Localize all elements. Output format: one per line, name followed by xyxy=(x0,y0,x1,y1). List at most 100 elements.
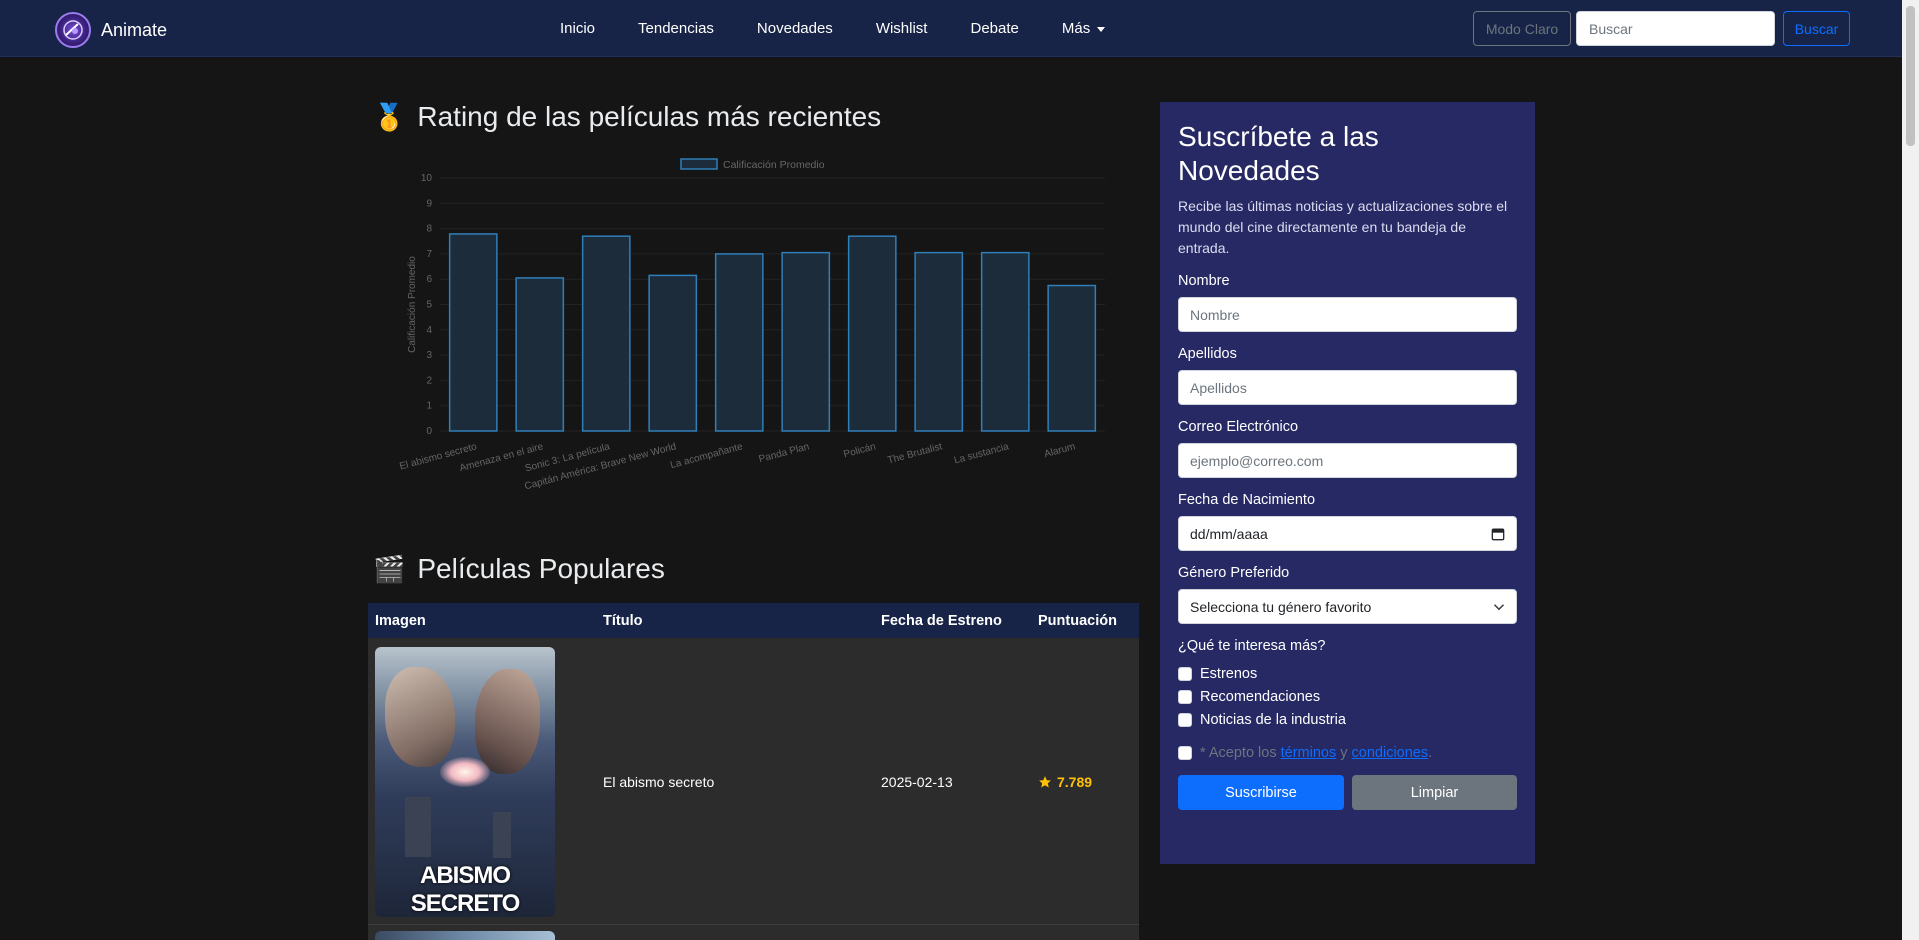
checkbox[interactable] xyxy=(1178,666,1192,681)
search-input[interactable] xyxy=(1576,11,1775,46)
genre-select[interactable]: Selecciona tu género favorito xyxy=(1178,589,1517,624)
top-navbar: Animate Inicio Tendencias Novedades Wish… xyxy=(0,0,1902,57)
x-tick-label: Panda Plan xyxy=(758,441,811,465)
table-row: ABISMO SECRETO El abismo secreto 2025-02… xyxy=(368,639,1139,925)
checkbox[interactable] xyxy=(1178,689,1192,704)
movie-poster[interactable] xyxy=(375,931,555,940)
terms-checkbox[interactable] xyxy=(1178,746,1192,760)
subscribe-button[interactable]: Suscribirse xyxy=(1178,775,1344,810)
scrollbar-thumb[interactable] xyxy=(1906,6,1915,146)
chart-bar xyxy=(1047,284,1097,432)
conditions-link[interactable]: condiciones xyxy=(1352,745,1429,761)
column-header-titulo: Título xyxy=(603,612,643,629)
rating-chart-svg: 0 1 2 3 4 5 6 7 8 9 10 Calificación Promedio Calific… xyxy=(398,158,1105,492)
email-field[interactable]: ejemplo@correo.com xyxy=(1178,443,1517,478)
logo-icon xyxy=(55,12,91,48)
movie-title: El abismo secreto xyxy=(603,773,715,790)
legend-swatch xyxy=(680,158,718,170)
form-buttons: Suscribirse Limpiar xyxy=(1178,775,1517,810)
y-tick-label: 8 xyxy=(426,224,432,235)
poster-cell: ABISMO SECRETO xyxy=(368,646,596,917)
clapper-icon: 🎬 xyxy=(373,554,406,584)
brand[interactable]: Animate xyxy=(55,12,167,48)
birthdate-placeholder: dd/mm/aaaa xyxy=(1190,525,1268,542)
nav-link-inicio[interactable]: Inicio xyxy=(560,20,595,37)
x-tick-label: La acompañante xyxy=(669,441,744,471)
table-header: Imagen Título Fecha de Estreno Puntuació… xyxy=(368,603,1139,639)
subscribe-description: Recibe las últimas noticias y actualizac… xyxy=(1178,198,1508,256)
y-tick-label: 0 xyxy=(426,426,432,437)
popular-movies-table: Imagen Título Fecha de Estreno Puntuació… xyxy=(368,603,1139,940)
interest-option-noticias[interactable]: Noticias de la industria xyxy=(1178,708,1517,731)
column-header-fecha: Fecha de Estreno xyxy=(881,612,1002,629)
movie-score: 7.789 xyxy=(1031,774,1139,790)
y-tick-label: 7 xyxy=(426,249,432,260)
nav-links: Inicio Tendencias Novedades Wishlist Deb… xyxy=(560,0,1148,57)
y-tick-label: 10 xyxy=(421,173,433,184)
birthdate-label: Fecha de Nacimiento xyxy=(1178,492,1316,508)
subscribe-title: Suscríbete a las Novedades xyxy=(1178,121,1379,186)
column-header-puntuacion: Puntuación xyxy=(1038,612,1117,629)
apellidos-placeholder: Apellidos xyxy=(1190,379,1247,396)
genre-selected-value: Selecciona tu género favorito xyxy=(1190,598,1372,615)
y-tick-label: 5 xyxy=(426,300,432,311)
nav-link-debate[interactable]: Debate xyxy=(970,20,1018,37)
calendar-icon[interactable] xyxy=(1491,527,1505,541)
x-tick-label: The Brutalist xyxy=(886,441,943,466)
genre-label: Género Preferido xyxy=(1178,565,1290,581)
clear-button[interactable]: Limpiar xyxy=(1352,775,1517,810)
score-value: 7.789 xyxy=(1057,773,1093,790)
chart-bar xyxy=(648,274,698,432)
y-tick-label: 3 xyxy=(426,350,432,361)
y-axis-label: Calificación Promedio xyxy=(407,256,418,353)
page-scrollbar[interactable] xyxy=(1902,0,1919,940)
chart-bar xyxy=(581,235,631,432)
x-tick-label: Alarum xyxy=(1043,441,1076,460)
x-tick-label: La sustancia xyxy=(953,441,1011,466)
table-row xyxy=(368,925,1139,940)
y-tick-label: 6 xyxy=(426,274,432,285)
chart-bar xyxy=(515,277,565,432)
terms-suffix: . xyxy=(1428,745,1433,761)
y-tick-label: 9 xyxy=(426,198,432,209)
rating-title-text: Rating de las películas más recientes xyxy=(417,101,882,132)
apellidos-field[interactable]: Apellidos xyxy=(1178,370,1517,405)
interest-option-label: Noticias de la industria xyxy=(1200,711,1346,728)
terms-row: * Acepto los términos y condiciones. xyxy=(1178,745,1517,761)
interest-option-label: Recomendaciones xyxy=(1200,688,1321,705)
nav-dropdown-mas[interactable]: Más xyxy=(1061,20,1106,37)
interest-option-estrenos[interactable]: Estrenos xyxy=(1178,662,1517,685)
y-tick-label: 1 xyxy=(426,401,432,412)
terms-and: y xyxy=(1340,745,1348,761)
legend-label: Calificación Promedio xyxy=(723,159,825,171)
nav-link-novedades[interactable]: Novedades xyxy=(757,20,833,37)
column-header-imagen: Imagen xyxy=(375,612,426,629)
rating-chart: 0 1 2 3 4 5 6 7 8 9 10 Calificación Promedio Calific… xyxy=(368,150,1108,520)
interest-label: ¿Qué te interesa más? xyxy=(1178,638,1326,654)
nombre-field[interactable]: Nombre xyxy=(1178,297,1517,332)
star-icon xyxy=(1039,775,1051,788)
apellidos-label: Apellidos xyxy=(1178,346,1237,362)
nombre-placeholder: Nombre xyxy=(1190,306,1240,323)
movie-poster[interactable]: ABISMO SECRETO xyxy=(375,646,555,917)
y-tick-label: 2 xyxy=(426,375,432,386)
chart-bar xyxy=(448,233,498,432)
nav-right: Modo Claro Buscar xyxy=(1473,11,1850,46)
theme-toggle-button[interactable]: Modo Claro xyxy=(1473,11,1571,46)
nav-link-wishlist[interactable]: Wishlist xyxy=(876,20,928,37)
email-placeholder: ejemplo@correo.com xyxy=(1190,452,1324,469)
x-tick-label: Policán xyxy=(842,441,877,460)
interest-option-recomendaciones[interactable]: Recomendaciones xyxy=(1178,685,1517,708)
nav-dropdown-label: Más xyxy=(1061,20,1091,37)
rating-section-title: 🥇 Rating de las películas más recientes xyxy=(373,101,881,133)
nav-link-tendencias[interactable]: Tendencias xyxy=(638,20,714,37)
terms-prefix: * Acepto los xyxy=(1200,745,1277,761)
caret-down-icon xyxy=(1097,26,1106,32)
search-button[interactable]: Buscar xyxy=(1783,11,1850,46)
birthdate-field[interactable]: dd/mm/aaaa xyxy=(1178,516,1517,551)
terms-link[interactable]: términos xyxy=(1281,745,1337,761)
y-tick-label: 4 xyxy=(426,325,432,336)
checkbox[interactable] xyxy=(1178,712,1192,727)
brand-name: Animate xyxy=(101,19,168,40)
poster-title: ABISMO SECRETO xyxy=(410,861,521,917)
